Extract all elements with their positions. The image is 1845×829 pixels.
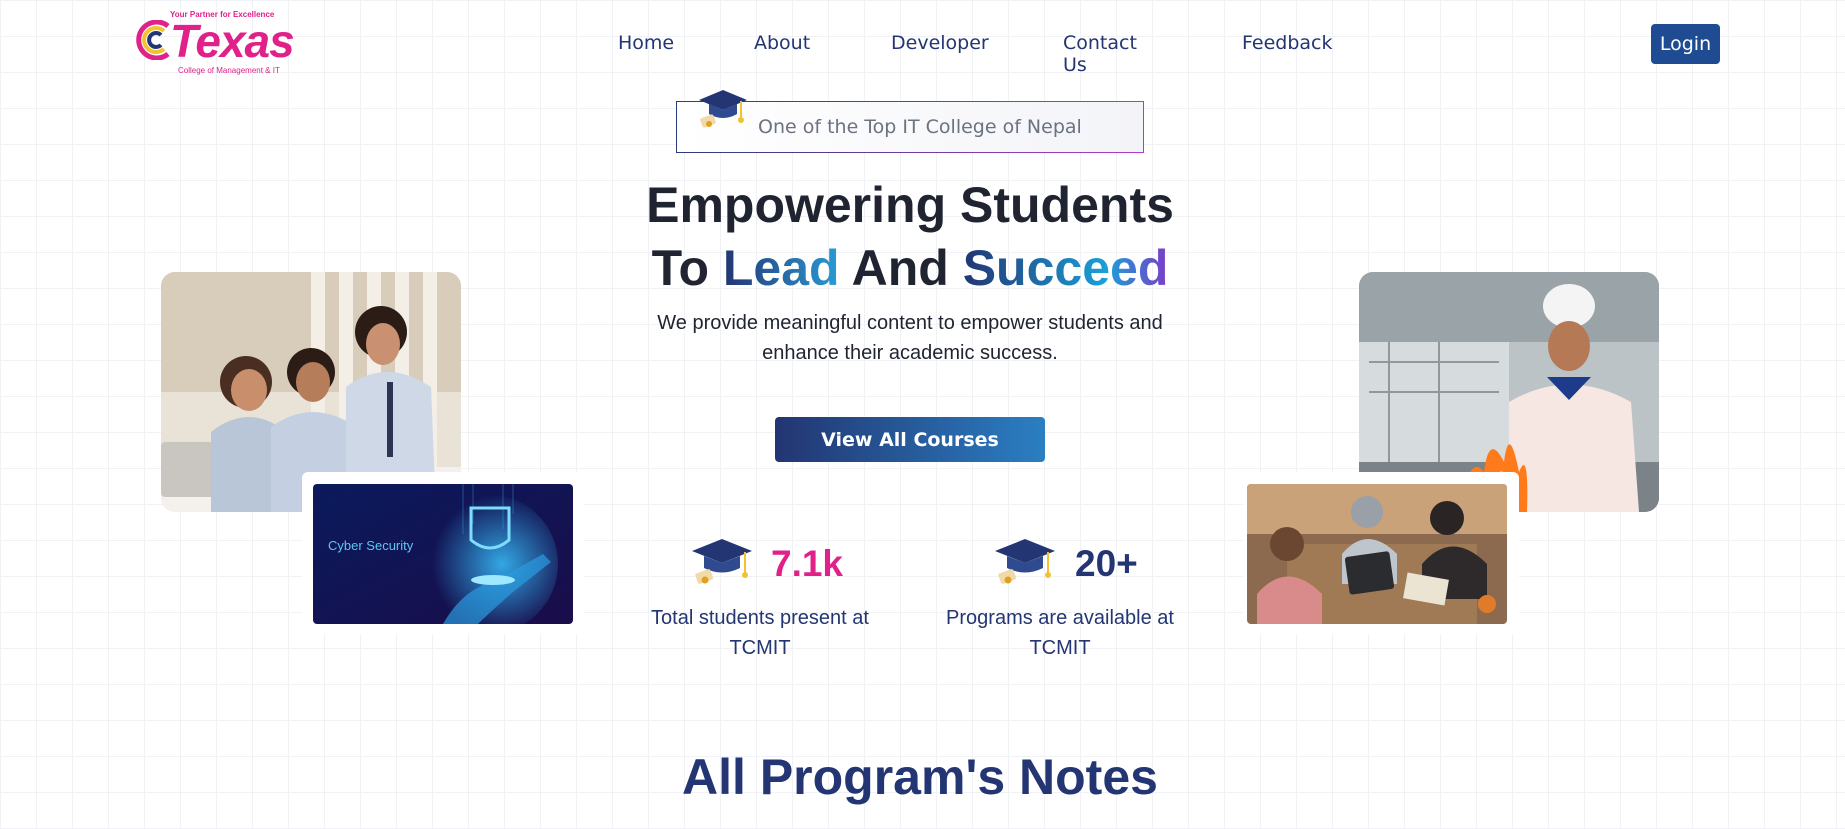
- nav-link-developer[interactable]: Developer: [891, 32, 989, 54]
- hero-description: We provide meaningful content to empower…: [657, 312, 1163, 364]
- logo-mark-icon: [136, 20, 170, 60]
- stat-programs: 20+: [993, 535, 1193, 585]
- stat-students-label: Total students present at TCMIT: [651, 607, 869, 659]
- hero-title-word: And: [839, 240, 963, 296]
- stat-programs-label: Programs are available at TCMIT: [946, 607, 1174, 659]
- graduation-cap-icon: [692, 539, 752, 584]
- top-college-badge: One of the Top IT College of Nepal: [676, 90, 1144, 153]
- badge-text: One of the Top IT College of Nepal: [758, 116, 1082, 138]
- hero-title-highlight-succeed: Succeed: [962, 240, 1169, 296]
- hero-title-word: To: [651, 240, 723, 296]
- logo-wordmark: Texas: [170, 15, 295, 67]
- college-logo[interactable]: Your Partner for Excellence Texas Colleg…: [128, 10, 298, 78]
- graduation-cap-icon: [699, 90, 747, 128]
- login-button[interactable]: Login: [1651, 24, 1720, 64]
- nav-link-feedback[interactable]: Feedback: [1242, 32, 1332, 54]
- graduation-cap-icon: [995, 539, 1055, 584]
- stat-students-value: 7.1k: [771, 543, 844, 584]
- hero-title-line-1: Empowering Students: [646, 177, 1174, 233]
- section-title-program-notes: All Program's Notes: [682, 749, 1158, 805]
- logo-subtitle: College of Management & IT: [178, 66, 280, 75]
- cyber-security-caption: Cyber Security: [328, 538, 414, 553]
- stat-programs-value: 20+: [1075, 543, 1138, 584]
- stat-students: 7.1k: [690, 535, 890, 585]
- nav-link-home[interactable]: Home: [618, 32, 674, 54]
- nav-link-about[interactable]: About: [754, 32, 810, 54]
- view-all-courses-button[interactable]: View All Courses: [775, 417, 1045, 462]
- hero-title-highlight-lead: Lead: [722, 240, 840, 296]
- cyber-security-image: Cyber Security: [313, 484, 573, 624]
- nav-link-contact-us[interactable]: Contact Us: [1063, 32, 1137, 76]
- students-studying-illustration: [1247, 484, 1507, 624]
- hero-title-line-2: To Lead And Succeed: [600, 243, 1220, 293]
